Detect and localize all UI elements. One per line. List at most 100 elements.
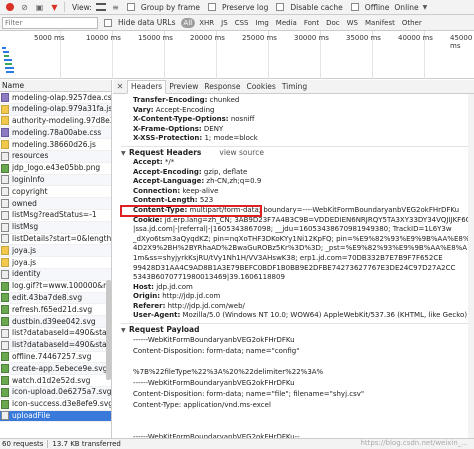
request-row[interactable]: modeling.38660d26.js	[0, 139, 111, 151]
group-by-frame-checkbox[interactable]	[126, 3, 135, 11]
request-row[interactable]: listMsg	[0, 221, 111, 234]
request-row[interactable]: watch.d1d2e52d.svg	[0, 375, 111, 387]
request-name: modeling.38660d26.js	[12, 139, 96, 149]
name-column-header[interactable]: Name	[0, 80, 111, 92]
request-row[interactable]: jdp_logo.e43e05bb.png	[0, 163, 111, 175]
request-count: 60 requests	[2, 440, 44, 448]
request-row[interactable]: refresh.f65ed21d.svg	[0, 304, 111, 317]
filter-button[interactable]: ▼	[49, 2, 60, 13]
tab-timing[interactable]: Timing	[279, 81, 310, 93]
request-name: modeling.78a00abe.css	[12, 127, 102, 137]
header-value: http://jdp.jd.com	[160, 292, 221, 301]
request-row[interactable]: joya.js	[0, 257, 111, 269]
request-row[interactable]: list?databaseId=490&start=0&	[0, 339, 111, 352]
header-value: Mozilla/5.0 (Windows NT 10.0; WOW64) App…	[180, 311, 468, 320]
request-row[interactable]: owned	[0, 198, 111, 210]
file-js-icon	[1, 104, 9, 114]
request-row[interactable]: modeling.78a00abe.css	[0, 127, 111, 140]
tab-cookies[interactable]: Cookies	[243, 81, 278, 93]
disable-cache-checkbox[interactable]	[276, 3, 285, 11]
type-filter-css[interactable]: CSS	[232, 18, 252, 28]
headers-panel: Transfer-Encoding: chunked Vary: Accept-E…	[113, 94, 474, 438]
network-toolbar: ⊘ ▣ ▼ View: ≡ Group by frame Preserve lo…	[0, 0, 474, 15]
type-filter-other[interactable]: Other	[399, 18, 425, 28]
preserve-log-checkbox[interactable]	[207, 3, 216, 11]
header-value: */*	[162, 157, 175, 166]
header-line: Transfer-Encoding: chunked	[121, 96, 474, 106]
payload-line: Content-Type: application/vnd.ms-excel	[133, 400, 271, 409]
request-row[interactable]: create-app.5ebece9e.svg	[0, 363, 111, 376]
request-headers-section[interactable]: ▼ Request Headers view source	[121, 145, 474, 158]
request-row[interactable]: dustbin.d39ee042.svg	[0, 316, 111, 328]
file-doc-icon	[1, 151, 9, 161]
type-filter-js[interactable]: JS	[218, 18, 231, 28]
filter-input[interactable]	[2, 16, 98, 29]
request-row[interactable]: edit.43ba7de8.svg	[0, 292, 111, 305]
request-row[interactable]: list?databaseId=490&start=0&	[0, 328, 111, 340]
close-icon[interactable]: ✕	[113, 80, 127, 93]
type-filter-doc[interactable]: Doc	[323, 18, 343, 28]
file-doc-icon	[1, 210, 9, 220]
chevron-down-icon[interactable]: ▼	[423, 4, 428, 11]
header-line: Accept-Language: zh-CN,zh;q=0.9	[121, 177, 474, 187]
tab-response[interactable]: Response	[201, 81, 243, 93]
type-filter-xhr[interactable]: XHR	[196, 18, 217, 28]
disable-cache-label: Disable cache	[290, 2, 343, 12]
list-view-icon[interactable]	[95, 3, 106, 11]
offline-checkbox[interactable]	[350, 3, 359, 11]
request-headers-title: Request Headers	[129, 147, 202, 157]
record-button[interactable]	[4, 2, 15, 13]
request-row[interactable]: listMsg?readStatus=-1	[0, 210, 111, 222]
tab-headers[interactable]: Headers	[127, 80, 167, 94]
type-filters: All XHR JS CSS Img Media Font Doc WS Manifest Othe…	[180, 17, 426, 28]
tab-preview[interactable]: Preview	[166, 81, 201, 93]
hide-data-urls-checkbox[interactable]	[104, 18, 112, 27]
detail-tabs: ✕ Headers Preview Response Cookies Timing	[113, 80, 474, 94]
request-payload-section[interactable]: ▼ Request Payload	[121, 323, 474, 335]
waterfall-view-button[interactable]: ≡	[110, 2, 121, 13]
file-doc-icon	[1, 411, 9, 421]
request-row[interactable]: uploadFile	[0, 410, 111, 423]
request-list-scrollbar[interactable]	[106, 280, 111, 380]
cookie-line: _dXyo6tsm3aQyqdKZ; pin=nqXoTHF3DKoKYy1Ni…	[133, 234, 470, 243]
request-row[interactable]: modeling-olap.979a31fa.js	[0, 103, 111, 116]
header-line: X-Frame-Options: DENY	[121, 125, 474, 135]
type-filter-ws[interactable]: WS	[344, 18, 361, 28]
type-filter-font[interactable]: Font	[301, 18, 322, 28]
request-row[interactable]: copyright	[0, 186, 111, 199]
request-row[interactable]: listDetails?start=0&length=10	[0, 234, 111, 246]
request-row[interactable]: icon-upload.0e6275a7.svg	[0, 386, 111, 399]
cookie-line: 99428D31AA4C9AD8B1A3E79BEFC0BDF1B0BB9E2D…	[133, 263, 456, 272]
type-filter-manifest[interactable]: Manifest	[362, 18, 398, 28]
request-row[interactable]: joya.js	[0, 245, 111, 258]
type-filter-all[interactable]: All	[180, 17, 196, 28]
request-row[interactable]: log.gif?t=www.100000&m=JA2	[0, 281, 111, 293]
type-filter-media[interactable]: Media	[273, 18, 300, 28]
camera-button[interactable]: ▣	[34, 2, 45, 13]
request-row[interactable]: authority-modeling.97d8e387.j	[0, 116, 111, 128]
header-value: keep-alive	[180, 186, 219, 195]
header-name: Accept-Encoding:	[133, 167, 202, 176]
payload-line: %7B%22fileType%22%3A%20%22delimiter%22%3…	[133, 368, 324, 377]
request-row[interactable]: loginInfo	[0, 174, 111, 187]
timeline-overview[interactable]: 5000 ms 10000 ms 15000 ms 20000 ms 25000 ms 3…	[0, 31, 474, 79]
header-name: Host:	[133, 282, 154, 291]
detail-scrollbar[interactable]	[468, 94, 474, 438]
throttle-select[interactable]: Online	[394, 3, 418, 12]
request-name: listMsg	[12, 222, 39, 232]
request-name: copyright	[12, 186, 48, 196]
file-doc-icon	[1, 328, 9, 338]
request-row[interactable]: offline.74467257.svg	[0, 352, 111, 364]
header-line: Cookie: jd.erp.lang=zh_CN; 3AB9D23F7A4B3…	[121, 216, 474, 226]
request-row[interactable]: resources	[0, 150, 111, 163]
request-rows: modeling-olap.9257dea.css modeling-olap.9…	[0, 92, 111, 423]
request-row[interactable]: identity	[0, 268, 111, 281]
type-filter-img[interactable]: Img	[252, 18, 271, 28]
view-source-link[interactable]: view source	[219, 148, 264, 157]
clear-button[interactable]: ⊘	[19, 2, 30, 13]
request-row[interactable]: icon-success.d3e8efe9.svg	[0, 399, 111, 411]
request-name: icon-success.d3e8efe9.svg	[12, 399, 111, 409]
request-row[interactable]: modeling-olap.9257dea.css	[0, 92, 111, 104]
cookie-value-continuation: |ssa.jd.com|-|referral|-|1605343867098; …	[121, 225, 474, 283]
header-value: nosniff	[228, 115, 255, 124]
